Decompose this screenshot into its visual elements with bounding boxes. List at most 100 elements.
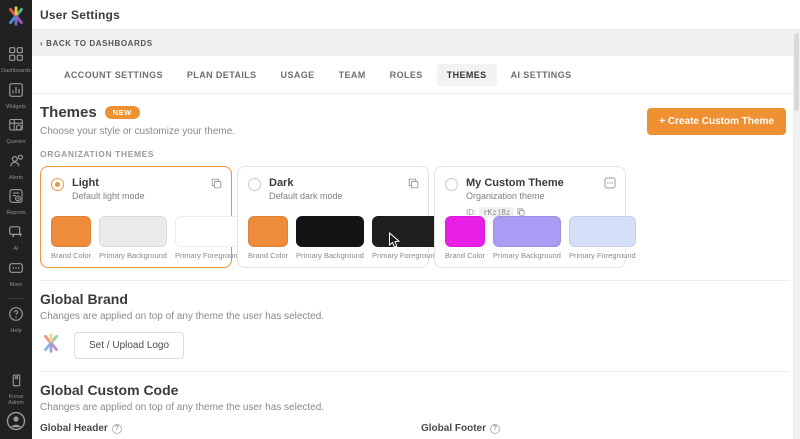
swatch-primary-background[interactable] [493, 216, 561, 247]
dashboards-icon [8, 46, 24, 67]
sidebar-item-label: More [10, 282, 23, 289]
queries-icon [8, 117, 24, 138]
sidebar-item-help[interactable]: Help [8, 306, 24, 335]
sidebar: Dashboards Widgets Queries [0, 0, 32, 439]
help-circle-icon[interactable]: ? [490, 424, 500, 434]
user-avatar[interactable] [6, 411, 26, 431]
tab-plan-details[interactable]: PLAN DETAILS [177, 64, 267, 86]
theme-name: Dark [269, 177, 343, 189]
global-brand-section: Global Brand Changes are applied on top … [32, 281, 800, 372]
theme-card-light[interactable]: Light Default light mode Brand Color [40, 166, 232, 268]
swatch-label: Primary Background [493, 251, 561, 260]
theme-card-custom[interactable]: My Custom Theme Organization theme ID: r… [434, 166, 626, 268]
swatch-label: Primary Foreground [175, 251, 242, 260]
sidebar-item-label: AI [13, 246, 18, 253]
global-header-label: Global Header [40, 423, 108, 434]
more-icon [8, 260, 24, 281]
upload-logo-button[interactable]: Set / Upload Logo [74, 332, 184, 359]
alerts-icon [8, 153, 24, 174]
sidebar-item-queries[interactable]: Queries [6, 117, 25, 146]
swatch-primary-background[interactable] [296, 216, 364, 247]
knowi-logo[interactable] [5, 5, 27, 32]
card-menu-icon[interactable] [604, 176, 616, 194]
ai-icon [8, 224, 24, 245]
global-footer-field: Global Footer ? [421, 423, 786, 439]
swatch-primary-foreground[interactable] [569, 216, 636, 247]
themes-subtitle: Choose your style or customize your them… [40, 126, 235, 137]
themes-section: Themes NEW Choose your style or customize… [32, 94, 800, 281]
global-footer-label: Global Footer [421, 423, 486, 434]
sidebar-divider [7, 298, 25, 299]
swatch-label: Brand Color [445, 251, 485, 260]
global-custom-code-section: Global Custom Code Changes are applied o… [32, 372, 800, 439]
brand-logo [40, 332, 62, 359]
sidebar-item-label: Widgets [6, 104, 26, 111]
swatch-primary-foreground[interactable] [175, 216, 242, 247]
sidebar-item-label: Dashboards [1, 68, 31, 75]
help-circle-icon[interactable]: ? [112, 424, 122, 434]
tab-account-settings[interactable]: ACCOUNT SETTINGS [54, 64, 173, 86]
global-custom-code-subtitle: Changes are applied on top of any theme … [40, 402, 790, 413]
page-header: User Settings [32, 0, 800, 30]
sidebar-item-admin[interactable]: Knowi Admin [3, 373, 29, 407]
theme-name: Light [72, 177, 145, 189]
swatch-brand-color[interactable] [51, 216, 91, 247]
create-custom-theme-button[interactable]: + Create Custom Theme [647, 108, 786, 135]
main-area: User Settings ‹ BACK TO DASHBOARDS ACCOU… [32, 0, 800, 439]
admin-label: Knowi Admin [3, 394, 29, 407]
swatch-label: Primary Foreground [569, 251, 636, 260]
back-strip: ‹ BACK TO DASHBOARDS [32, 30, 800, 56]
sidebar-item-alerts[interactable]: Alerts [8, 153, 24, 182]
sidebar-item-dashboards[interactable]: Dashboards [1, 46, 31, 75]
global-custom-code-title: Global Custom Code [40, 382, 790, 398]
sidebar-item-label: Help [10, 328, 21, 335]
back-to-dashboards-link[interactable]: ‹ BACK TO DASHBOARDS [40, 39, 153, 48]
organization-themes-label: ORGANIZATION THEMES [40, 149, 790, 159]
new-badge: NEW [105, 106, 140, 119]
vertical-scrollbar[interactable] [793, 30, 800, 439]
theme-desc: Default light mode [72, 191, 145, 201]
swatch-label: Primary Background [296, 251, 364, 260]
sidebar-item-label: Queries [6, 139, 25, 146]
theme-name: My Custom Theme [466, 177, 564, 189]
swatch-label: Primary Background [99, 251, 167, 260]
tab-ai-settings[interactable]: AI SETTINGS [501, 64, 582, 86]
theme-desc: Organization theme [466, 191, 564, 201]
tab-roles[interactable]: ROLES [380, 64, 433, 86]
sidebar-item-label: Reports [6, 210, 25, 217]
swatch-primary-foreground[interactable] [372, 216, 439, 247]
copy-icon[interactable] [408, 176, 419, 194]
sidebar-item-widgets[interactable]: Widgets [6, 82, 26, 111]
tab-themes[interactable]: THEMES [437, 64, 497, 86]
scrollbar-thumb[interactable] [794, 33, 799, 111]
tab-team[interactable]: TEAM [329, 64, 376, 86]
global-brand-title: Global Brand [40, 291, 790, 307]
swatch-primary-background[interactable] [99, 216, 167, 247]
widgets-icon [8, 82, 24, 103]
theme-desc: Default dark mode [269, 191, 343, 201]
sidebar-item-more[interactable]: More [8, 260, 24, 289]
radio-dark[interactable] [248, 178, 261, 191]
radio-light[interactable] [51, 178, 64, 191]
swatch-brand-color[interactable] [248, 216, 288, 247]
page-title: User Settings [40, 8, 120, 22]
sidebar-item-reports[interactable]: Reports [6, 188, 25, 217]
copy-icon[interactable] [211, 176, 222, 194]
radio-custom[interactable] [445, 178, 458, 191]
theme-card-dark[interactable]: Dark Default dark mode Brand Color [237, 166, 429, 268]
theme-cards: Light Default light mode Brand Color [40, 166, 790, 268]
global-header-field: Global Header ? [40, 423, 405, 439]
settings-tabs: ACCOUNT SETTINGS PLAN DETAILS USAGE TEAM… [32, 56, 800, 94]
sidebar-item-label: Alerts [9, 175, 23, 182]
swatch-label: Primary Foreground [372, 251, 439, 260]
global-brand-subtitle: Changes are applied on top of any theme … [40, 311, 790, 322]
sidebar-item-ai[interactable]: AI [8, 224, 24, 253]
reports-icon [8, 188, 24, 209]
tab-usage[interactable]: USAGE [271, 64, 325, 86]
swatch-label: Brand Color [248, 251, 288, 260]
swatch-label: Brand Color [51, 251, 91, 260]
swatch-brand-color[interactable] [445, 216, 485, 247]
themes-title: Themes [40, 104, 97, 121]
admin-badge-icon [9, 373, 24, 393]
app-window: Dashboards Widgets Queries [0, 0, 800, 439]
